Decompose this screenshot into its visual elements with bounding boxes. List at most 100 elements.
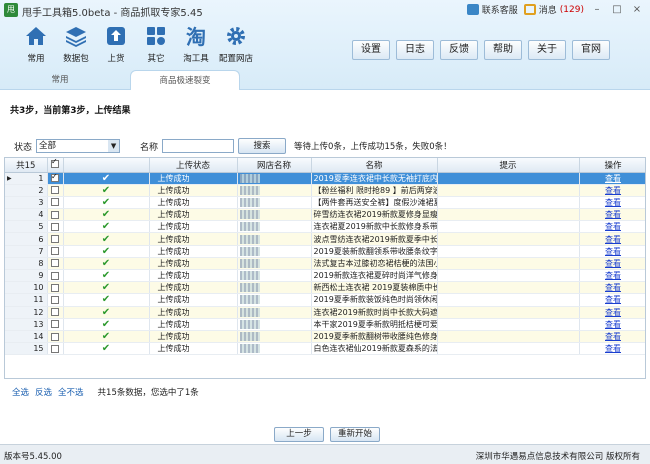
select-all-link[interactable]: 全选 — [12, 386, 29, 398]
row-checkbox-cell[interactable] — [47, 306, 64, 319]
table-row[interactable]: 6 ✔上传成功 波点雪纺连衣裙2019新款夏季中长款… 查看 — [5, 232, 645, 246]
row-number: 5 — [5, 220, 48, 234]
table-row[interactable]: 7 ✔上传成功 2019夏装新款翻领系带收腰条纹字母… 查看 — [5, 245, 645, 258]
row-checkbox-cell[interactable] — [47, 257, 64, 271]
toolbar-taotools-button[interactable]: 淘 淘工具 — [178, 24, 214, 64]
status-select[interactable]: 全部 ▼ — [36, 139, 121, 153]
website-button[interactable]: 官网 — [572, 40, 610, 60]
row-checkbox[interactable] — [51, 186, 59, 195]
row-checkbox-cell[interactable] — [47, 220, 64, 234]
table-row[interactable]: 14 ✔上传成功 2019夏季新款翻树带收腰纯色修身显… 查看 — [5, 330, 645, 344]
table-row[interactable]: 3 ✔ 上传成功 【两件套再送安全裤】度假沙滩裙夏… 查看 — [5, 196, 645, 210]
restart-button[interactable]: 重新开始 — [330, 427, 380, 442]
table-row[interactable]: 5 ✔上传成功 连衣裙夏2019新款中长款修身系带无袖… 查看 — [5, 220, 645, 234]
feedback-button[interactable]: 反馈 — [440, 40, 478, 60]
prev-step-button[interactable]: 上一步 — [274, 427, 324, 442]
view-link[interactable]: 查看 — [605, 308, 621, 317]
toolbar-home-button[interactable]: 常用 — [18, 24, 54, 64]
row-checkbox-cell[interactable] — [47, 330, 64, 344]
toolbar-upload-button[interactable]: 上货 — [98, 24, 134, 64]
row-checkbox[interactable] — [51, 320, 59, 329]
table-row[interactable]: 4 ✔上传成功 碎雪纺连衣裙2019新款夏修身显瘦大… 查看 — [5, 208, 645, 222]
support-link[interactable]: 联系客服 — [466, 3, 518, 16]
row-checkbox-cell[interactable] — [47, 208, 64, 222]
action-cell: 查看 — [579, 318, 645, 331]
table-row[interactable]: 2 ✔ 上传成功 【粉丝福利 限时抢89 】前后两穿波… 查看 — [5, 184, 645, 197]
row-checkbox[interactable] — [51, 271, 59, 280]
row-checkbox[interactable] — [51, 210, 59, 219]
table-row[interactable]: 10 ✔ 上传成功 新西松土连衣裙 2019夏装棉质中长… 查看 — [5, 281, 645, 295]
maximize-icon[interactable]: □ — [610, 4, 624, 16]
row-checkbox-cell[interactable] — [47, 172, 64, 185]
row-checkbox-cell[interactable] — [47, 318, 64, 331]
table-row[interactable]: 9 ✔ 上传成功 2019新款连衣裙夏碎时尚洋气修身… 查看 — [5, 269, 645, 283]
product-name: 2019夏季连衣裙中长款无袖打底内衬… — [311, 172, 438, 185]
table-row[interactable]: 15 ✔上传成功 白色连衣裙仙2019新款夏森系的法国… 查看 — [5, 342, 645, 356]
table-row[interactable]: 12 ✔上传成功 连衣裙2019新款时尚中长款大码遮肉… 查看 — [5, 306, 645, 319]
row-checkbox[interactable] — [51, 308, 59, 317]
tab-product-split[interactable]: 商品极速裂变 — [130, 70, 240, 90]
row-checkbox-cell[interactable] — [47, 342, 64, 356]
toolbar-other-button[interactable]: 其它 — [138, 24, 174, 64]
row-checkbox[interactable] — [51, 295, 59, 304]
check-all-header[interactable] — [47, 158, 64, 173]
invert-selection-link[interactable]: 反选 — [35, 386, 52, 398]
view-link[interactable]: 查看 — [605, 210, 621, 219]
action-cell: 查看 — [579, 293, 645, 307]
hint-cell — [437, 220, 580, 234]
toolbar-datapack-button[interactable]: 数据包 — [58, 24, 94, 64]
row-checkbox-cell[interactable] — [47, 269, 64, 283]
settings-button[interactable]: 设置 — [352, 40, 390, 60]
view-link[interactable]: 查看 — [605, 283, 621, 292]
row-checkbox[interactable] — [51, 235, 59, 244]
row-checkbox-cell[interactable] — [47, 196, 64, 210]
help-button[interactable]: 帮助 — [484, 40, 522, 60]
close-icon[interactable]: × — [630, 4, 644, 16]
row-checkbox[interactable] — [51, 247, 59, 256]
toolbar-label: 配置网店 — [218, 54, 253, 64]
minimize-icon[interactable]: – — [590, 4, 604, 16]
view-link[interactable]: 查看 — [605, 247, 621, 256]
log-button[interactable]: 日志 — [396, 40, 434, 60]
total-count-header: 共15 — [5, 158, 48, 173]
table-row[interactable]: 11 ✔上传成功 2019夏季新款装饭纯色时尚领休闲拍… 查看 — [5, 293, 645, 307]
row-checkbox[interactable] — [51, 332, 59, 341]
row-checkbox-cell[interactable] — [47, 232, 64, 246]
table-row[interactable]: ▶1✔上传成功2019夏季连衣裙中长款无袖打底内衬…查看 — [5, 172, 645, 185]
row-checkbox[interactable] — [51, 283, 59, 292]
toolbar-label: 其它 — [147, 54, 165, 64]
about-button[interactable]: 关于 — [528, 40, 566, 60]
view-link[interactable]: 查看 — [605, 186, 621, 195]
row-checkbox-cell[interactable] — [47, 293, 64, 307]
view-link[interactable]: 查看 — [605, 174, 621, 183]
view-link[interactable]: 查看 — [605, 235, 621, 244]
name-input[interactable] — [162, 139, 235, 153]
row-checkbox-cell[interactable] — [47, 245, 64, 258]
row-checkbox[interactable] — [51, 344, 59, 353]
row-checkbox-cell[interactable] — [47, 281, 64, 295]
view-link[interactable]: 查看 — [605, 198, 621, 207]
view-link[interactable]: 查看 — [605, 344, 621, 353]
view-link[interactable]: 查看 — [605, 271, 621, 280]
view-link[interactable]: 查看 — [605, 332, 621, 341]
row-checkbox[interactable] — [51, 222, 59, 231]
check-all-checkbox[interactable] — [51, 158, 59, 169]
view-link[interactable]: 查看 — [605, 259, 621, 268]
table-row[interactable]: 13 ✔上传成功 本干家2019夏季新款明抵桔梗可爱另… 查看 — [5, 318, 645, 331]
select-none-link[interactable]: 全不选 — [58, 386, 84, 398]
table-row[interactable]: 8 ✔上传成功 法式复古本过膝初恋裙桔梗的法国小众… 查看 — [5, 257, 645, 271]
row-checkbox[interactable] — [51, 198, 59, 207]
check-icon: ✔ — [63, 208, 150, 222]
row-checkbox[interactable] — [51, 172, 59, 183]
row-checkbox[interactable] — [51, 259, 59, 268]
check-icon: ✔ — [63, 257, 150, 271]
product-name: 连衣裙夏2019新款中长款修身系带无袖… — [311, 220, 438, 234]
view-link[interactable]: 查看 — [605, 295, 621, 304]
view-link[interactable]: 查看 — [605, 222, 621, 231]
view-link[interactable]: 查看 — [605, 320, 621, 329]
row-checkbox-cell[interactable] — [47, 184, 64, 197]
tab-common[interactable]: 常用 — [28, 70, 92, 90]
search-button[interactable]: 搜索 — [238, 138, 287, 154]
message-link[interactable]: 消息 (129) — [523, 3, 584, 16]
toolbar-config-button[interactable]: 配置网店 — [218, 24, 254, 64]
